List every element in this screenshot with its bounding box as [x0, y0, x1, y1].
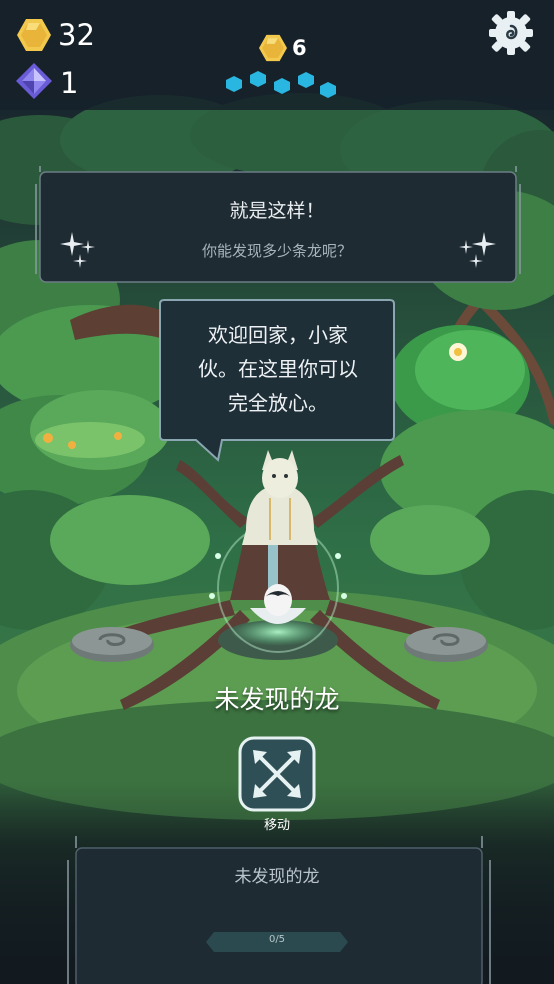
- undiscovered-dragon-label: 未发现的龙: [214, 685, 340, 714]
- sparkle-icon-right: [456, 230, 496, 270]
- dragon-collection-panel: [67, 836, 491, 984]
- center-coin-count: 6: [292, 36, 307, 60]
- dot-4: [298, 72, 314, 88]
- banner-title: 就是这样！: [229, 200, 325, 222]
- banner-panel: [35, 166, 521, 283]
- speech-line-2: 伙。在这里你可以: [198, 357, 358, 381]
- gear-icon[interactable]: [488, 10, 534, 56]
- stone-platform-right: [404, 627, 488, 662]
- gold-coin-icon: [16, 18, 52, 52]
- dot-2: [250, 71, 266, 87]
- speech-line-1: 欢迎回家，小家: [208, 323, 348, 347]
- center-coin-icon: [258, 34, 288, 62]
- collection-progress-text: 0/5: [268, 934, 286, 945]
- gem-count: 1: [60, 66, 79, 100]
- collection-panel-title: 未发现的龙: [234, 867, 320, 887]
- dot-5: [320, 82, 336, 98]
- purple-gem-icon: [15, 62, 53, 100]
- dot-1: [226, 76, 242, 92]
- move-button-label: 移动: [263, 818, 290, 833]
- stone-platform-left: [70, 627, 154, 662]
- speech-text: 欢迎回家，小家 伙。在这里你可以 完全放心。: [178, 318, 378, 420]
- sparkle-icon-left: [60, 230, 100, 270]
- banner-subtitle: 你能发现多少条龙呢？: [201, 242, 352, 260]
- coin-count: 32: [58, 18, 95, 52]
- speech-line-3: 完全放心。: [228, 391, 328, 415]
- dot-3: [274, 78, 290, 94]
- progress-dots: [222, 70, 342, 100]
- move-button[interactable]: [238, 736, 316, 812]
